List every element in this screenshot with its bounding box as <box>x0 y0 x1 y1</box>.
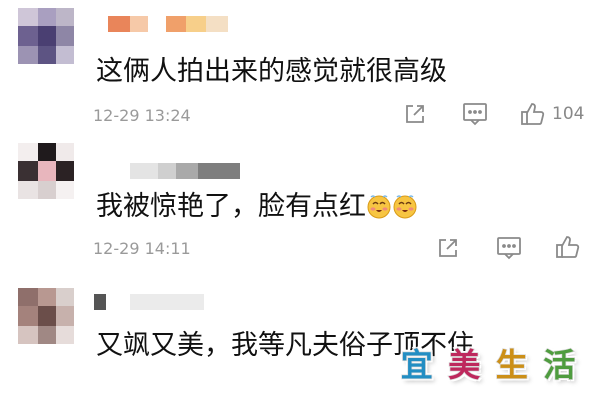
username-blurred[interactable] <box>108 16 248 32</box>
share-icon <box>439 239 457 257</box>
like-button[interactable]: 104 <box>520 101 584 127</box>
avatar[interactable] <box>18 8 74 64</box>
like-button[interactable] <box>555 234 581 260</box>
watermark-char: 美 <box>447 345 481 385</box>
thumbs-up-icon <box>521 103 545 125</box>
comment-icon <box>463 103 487 126</box>
share-button[interactable] <box>436 236 460 260</box>
share-icon <box>406 105 424 123</box>
watermark-char: 活 <box>542 345 576 385</box>
comment-item: 我被惊艳了，脸有点红 12-29 14:11 <box>0 135 600 280</box>
watermark-char: 生 <box>495 345 529 385</box>
blushing-face-emoji <box>367 195 391 219</box>
blushing-face-emoji <box>393 195 417 219</box>
watermark-char: 宜 <box>400 345 434 385</box>
like-count: 104 <box>552 104 585 124</box>
share-button[interactable] <box>403 102 427 126</box>
username-blurred[interactable] <box>130 163 240 179</box>
comment-icon <box>497 237 521 260</box>
comment-text-content: 我被惊艳了，脸有点红 <box>96 191 366 222</box>
comment-item: 这俩人拍出来的感觉就很高级 12-29 13:24 104 <box>0 0 600 135</box>
avatar[interactable] <box>18 143 74 199</box>
reply-button[interactable] <box>496 236 522 260</box>
comment-timestamp: 12-29 13:24 <box>93 106 191 125</box>
comment-text: 这俩人拍出来的感觉就很高级 <box>96 56 447 87</box>
reply-button[interactable] <box>462 102 488 126</box>
comment-text: 我被惊艳了，脸有点红 <box>96 189 418 225</box>
avatar[interactable] <box>18 288 74 344</box>
username-blurred[interactable] <box>94 294 204 310</box>
watermark-logo: 宜 美 生 活 <box>395 340 585 392</box>
comment-timestamp: 12-29 14:11 <box>93 239 191 258</box>
thumbs-up-icon <box>556 236 580 258</box>
